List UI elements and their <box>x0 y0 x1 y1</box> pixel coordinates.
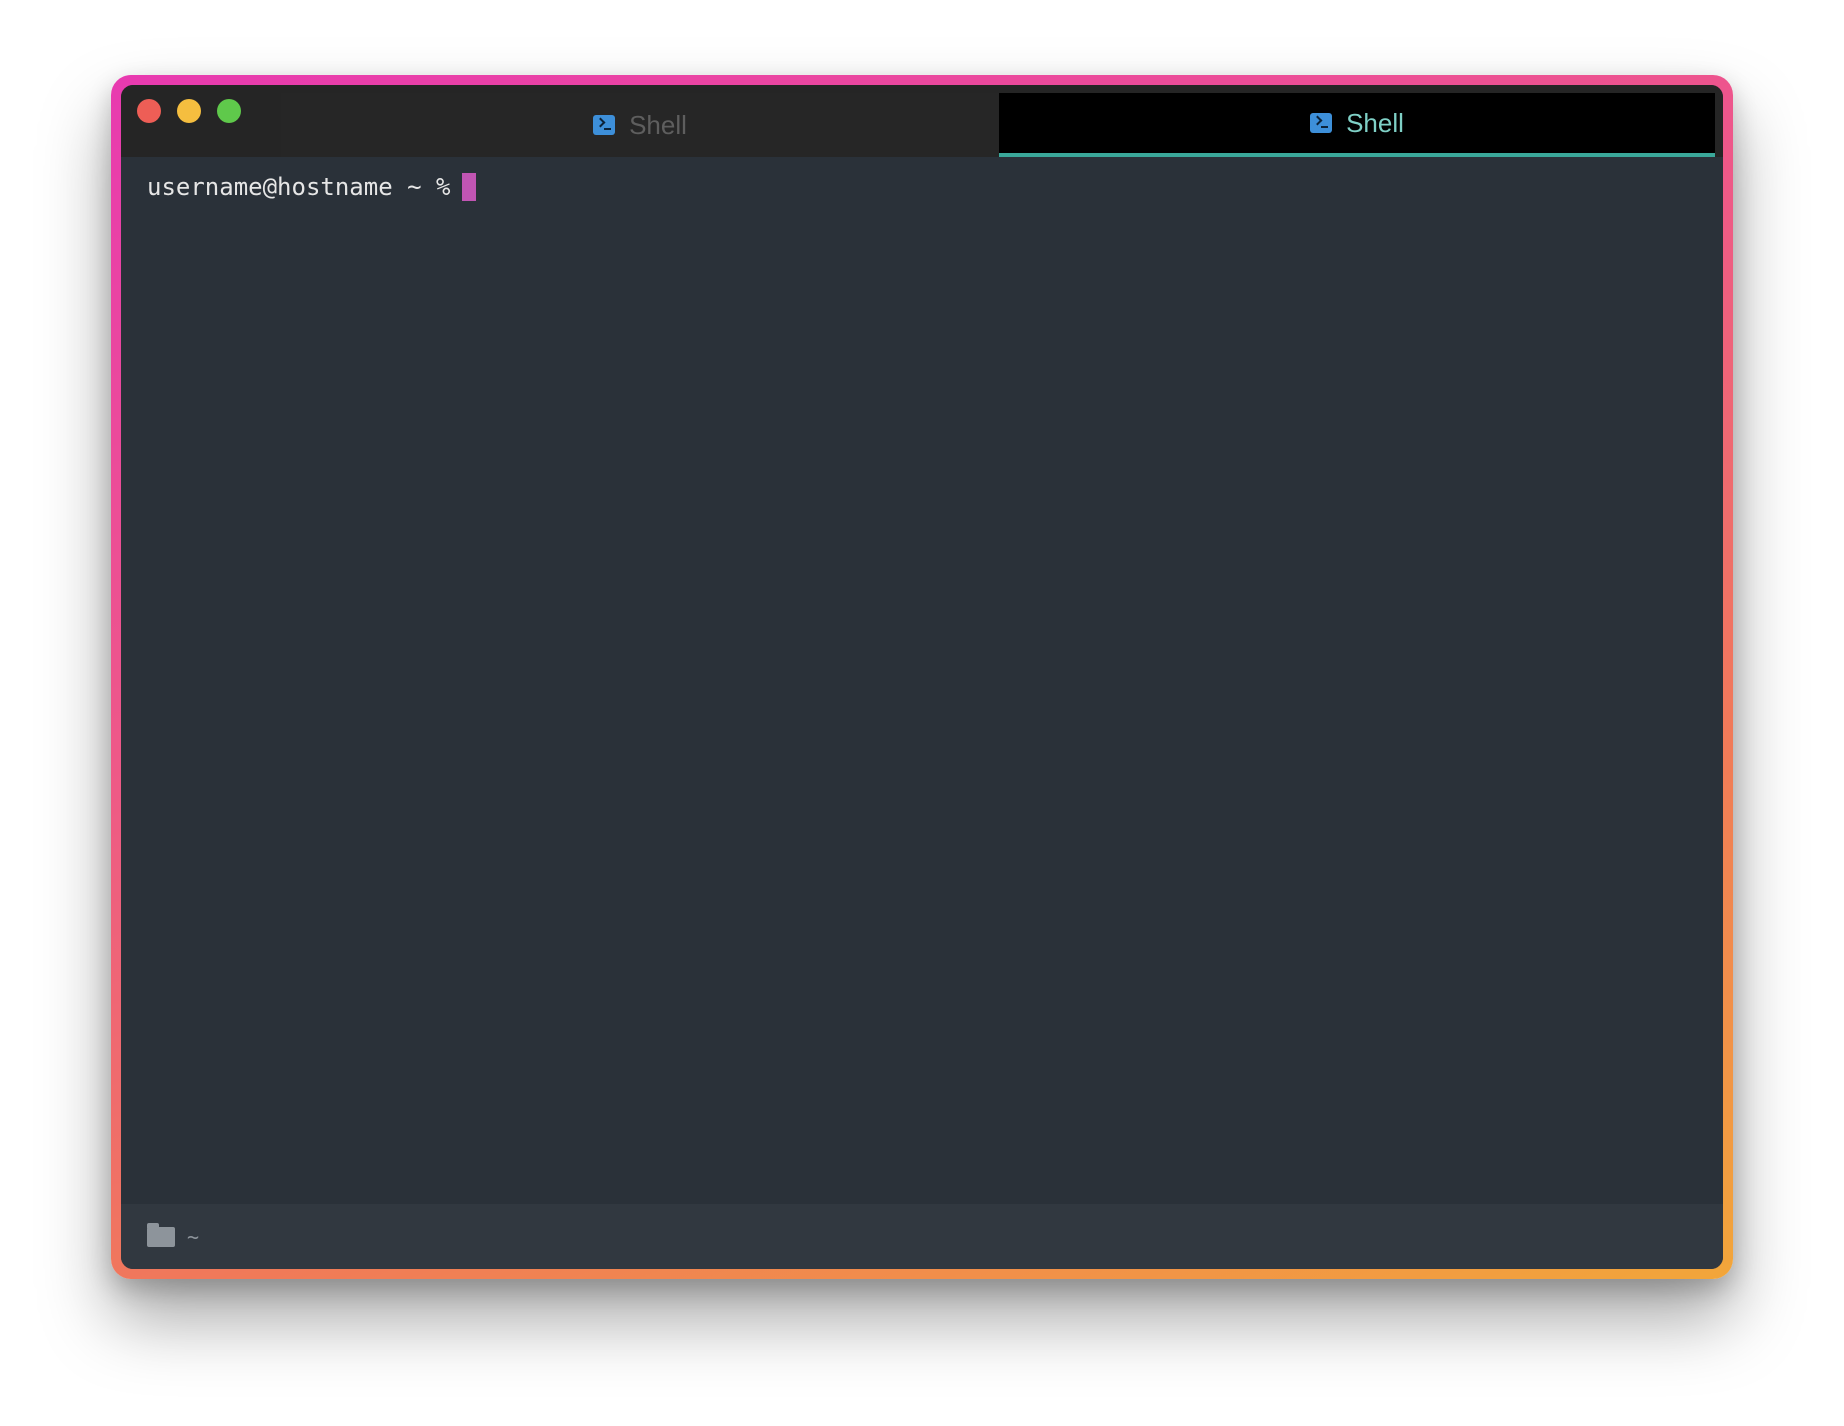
tab-shell-1[interactable]: Shell <box>281 93 999 157</box>
maximize-window-button[interactable] <box>217 99 241 123</box>
folder-icon <box>147 1222 175 1247</box>
screenshot-stage: Shell Shell username@hostname ~ % ~ <box>0 0 1844 1426</box>
tab-label: Shell <box>1346 107 1404 138</box>
text-cursor <box>462 173 477 201</box>
terminal-output-area[interactable]: username@hostname ~ % <box>121 157 1723 1204</box>
minimize-window-button[interactable] <box>177 99 201 123</box>
terminal-window-frame: Shell Shell username@hostname ~ % ~ <box>111 75 1733 1279</box>
close-window-button[interactable] <box>137 99 161 123</box>
current-directory: ~ <box>187 1224 200 1249</box>
prompt-line: username@hostname ~ % <box>147 173 477 201</box>
status-bar: ~ <box>121 1204 1723 1269</box>
terminal-window: Shell Shell username@hostname ~ % ~ <box>121 85 1723 1269</box>
tab-label: Shell <box>629 109 687 140</box>
tab-shell-2[interactable]: Shell <box>999 93 1715 157</box>
terminal-icon <box>593 115 616 135</box>
window-controls <box>137 99 241 123</box>
shell-prompt: username@hostname ~ % <box>147 173 451 201</box>
title-bar: Shell Shell <box>121 85 1723 157</box>
terminal-icon <box>1310 113 1333 133</box>
